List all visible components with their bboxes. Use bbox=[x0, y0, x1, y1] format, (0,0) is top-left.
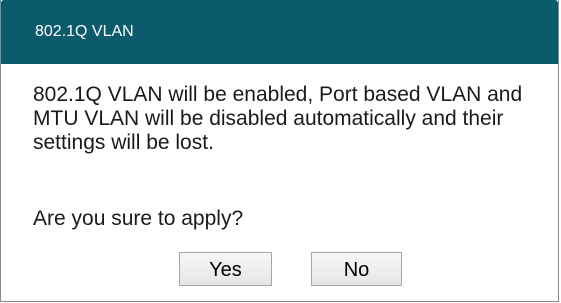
dialog-message: 802.1Q VLAN will be enabled, Port based … bbox=[33, 83, 523, 154]
yes-button[interactable]: Yes bbox=[179, 252, 272, 286]
dialog-question: Are you sure to apply? bbox=[33, 207, 244, 230]
confirm-dialog: 802.1Q VLAN 802.1Q VLAN will be enabled,… bbox=[0, 0, 559, 302]
dialog-title: 802.1Q VLAN bbox=[35, 23, 134, 40]
dialog-titlebar: 802.1Q VLAN bbox=[1, 0, 558, 64]
no-button[interactable]: No bbox=[311, 252, 402, 286]
